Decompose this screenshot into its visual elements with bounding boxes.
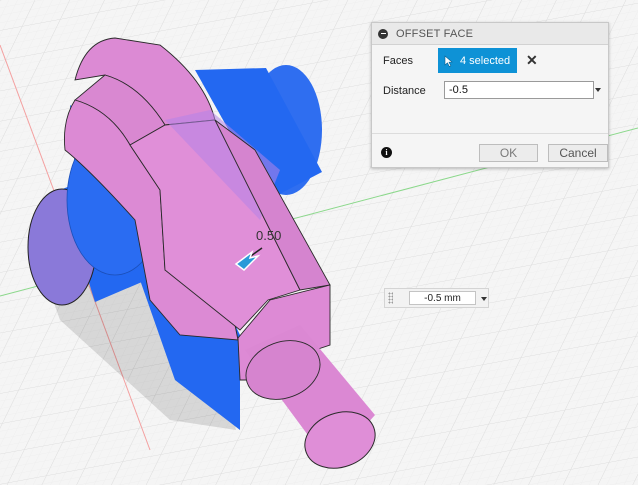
faces-selection-button[interactable]: 4 selected	[438, 48, 517, 73]
dialog-header[interactable]: OFFSET FACE	[372, 23, 608, 45]
drag-grip-icon[interactable]	[388, 292, 393, 304]
distance-label: Distance	[383, 85, 426, 97]
dialog-title: OFFSET FACE	[396, 27, 474, 40]
distance-input[interactable]: -0.5	[444, 81, 594, 99]
info-icon[interactable]: i	[381, 147, 392, 158]
floating-distance-input[interactable]: -0.5 mm	[409, 291, 476, 305]
faces-label: Faces	[383, 55, 413, 67]
cancel-button[interactable]: Cancel	[548, 144, 608, 162]
collapse-icon[interactable]	[378, 28, 388, 39]
floating-value-box: -0.5 mm	[384, 288, 489, 308]
clear-selection-icon[interactable]: ✕	[526, 53, 538, 67]
ok-button[interactable]: OK	[479, 144, 538, 162]
floating-dropdown-arrow-icon[interactable]	[481, 297, 487, 301]
cursor-arrow-icon	[444, 54, 453, 67]
faces-selection-count: 4 selected	[460, 54, 511, 67]
dialog-divider	[372, 133, 608, 134]
offset-dimension-label: 0.50	[256, 228, 281, 243]
dropdown-arrow-icon[interactable]	[595, 88, 601, 92]
